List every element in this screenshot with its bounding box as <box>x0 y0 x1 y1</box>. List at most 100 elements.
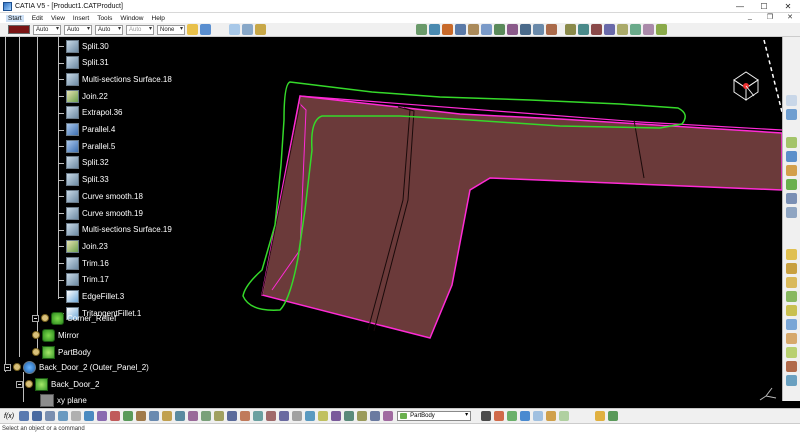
measure-item-icon[interactable] <box>242 24 253 35</box>
variable-fillet-icon[interactable] <box>305 411 316 421</box>
menu-insert[interactable]: Insert <box>73 15 89 22</box>
zoom-in-icon[interactable] <box>494 24 505 35</box>
pattern-icon[interactable] <box>123 411 134 421</box>
tree-node-corner-relief[interactable]: Corner_Relief <box>32 310 116 326</box>
shading-icon[interactable] <box>442 24 453 35</box>
split-tool-icon[interactable] <box>656 24 667 35</box>
fill-surface-icon[interactable] <box>786 333 797 344</box>
affinity-icon[interactable] <box>175 411 186 421</box>
tree-item[interactable]: Split.30 <box>58 38 109 54</box>
tools-palette-icon[interactable] <box>494 411 505 421</box>
close-button[interactable]: ✕ <box>776 0 800 13</box>
shape-fillet-icon[interactable] <box>266 411 277 421</box>
update-icon[interactable] <box>84 411 95 421</box>
cylinder-icon[interactable] <box>786 291 797 302</box>
revolve-surface-icon[interactable] <box>786 263 797 274</box>
zoom-out-icon[interactable] <box>507 24 518 35</box>
doc-close-button[interactable]: ✕ <box>780 13 800 21</box>
tree-node-back-door-part[interactable]: Back_Door_2 <box>16 376 99 392</box>
current-body-dropdown[interactable]: PartBody <box>397 411 472 421</box>
tree-node-xy-plane[interactable]: xy plane <box>40 392 87 408</box>
tritangent-fillet-tool-icon[interactable] <box>331 411 342 421</box>
boundary-icon[interactable] <box>201 411 212 421</box>
monitor-icon[interactable] <box>481 411 492 421</box>
line-icon[interactable] <box>786 165 797 176</box>
repetition-icon[interactable] <box>383 411 394 421</box>
face-face-fillet-icon[interactable] <box>318 411 329 421</box>
spline-icon[interactable] <box>786 193 797 204</box>
color-picker[interactable] <box>8 25 30 34</box>
doc-minimize-button[interactable]: _ <box>740 13 760 21</box>
untrim-icon[interactable] <box>240 411 251 421</box>
tree-item[interactable]: Parallel.5 <box>58 138 115 154</box>
menu-view[interactable]: View <box>51 15 65 22</box>
collapse-toggle-icon[interactable] <box>16 380 23 388</box>
tree-item[interactable]: Parallel.4 <box>58 122 115 138</box>
tree-node-back-door-product[interactable]: Back_Door_2 (Outer_Panel_2) <box>4 359 149 375</box>
minimize-button[interactable]: — <box>728 0 752 13</box>
normal-view-icon[interactable] <box>520 24 531 35</box>
helix-icon[interactable] <box>786 207 797 218</box>
law-icon[interactable] <box>370 411 381 421</box>
menu-help[interactable]: Help <box>152 15 165 22</box>
menu-window[interactable]: Window <box>120 15 143 22</box>
select-icon[interactable] <box>71 411 82 421</box>
view-cube-icon[interactable] <box>416 24 427 35</box>
disassemble-icon[interactable] <box>253 411 264 421</box>
scaling-icon[interactable] <box>162 411 173 421</box>
line-type-dropdown[interactable]: Auto <box>33 24 61 35</box>
layer-dropdown[interactable]: None <box>157 24 185 35</box>
knowledge-icon[interactable] <box>546 411 557 421</box>
parameters-icon[interactable] <box>533 411 544 421</box>
join-tool-icon[interactable] <box>786 375 797 386</box>
extract-icon[interactable] <box>214 411 225 421</box>
translate-icon[interactable] <box>136 411 147 421</box>
doc-restore-button[interactable]: ❐ <box>760 13 780 21</box>
sweep-icon[interactable] <box>604 24 615 35</box>
thickness-dropdown[interactable]: Auto <box>64 24 92 35</box>
formula-button[interactable]: f(x) <box>4 413 14 420</box>
tree-item[interactable]: Extrapol.36 <box>58 105 122 121</box>
tree-item[interactable]: Split.31 <box>58 55 109 71</box>
snap-icon[interactable] <box>255 24 266 35</box>
extrude-icon[interactable] <box>578 24 589 35</box>
tree-item[interactable]: Multi-sections Surface.18 <box>58 71 172 87</box>
develop-icon[interactable] <box>357 411 368 421</box>
command-prompt[interactable]: Select an object or a command <box>2 425 172 433</box>
tree-item[interactable]: Split.32 <box>58 155 109 171</box>
healing-icon[interactable] <box>227 411 238 421</box>
offset-surface-icon[interactable] <box>786 305 797 316</box>
fill-icon[interactable] <box>617 24 628 35</box>
axis-to-axis-icon[interactable] <box>188 411 199 421</box>
iso-view-icon[interactable] <box>429 24 440 35</box>
tree-item[interactable]: Join.23 <box>58 238 108 254</box>
collapse-toggle-icon[interactable] <box>4 363 11 371</box>
macro-icon[interactable] <box>19 411 30 421</box>
rendering-style-dropdown[interactable]: Auto <box>126 24 154 35</box>
edge-fillet-tool-icon[interactable] <box>279 411 290 421</box>
sphere-icon[interactable] <box>786 277 797 288</box>
geometrical-set-icon[interactable] <box>507 411 518 421</box>
multi-section-icon[interactable] <box>786 347 797 358</box>
tree-item[interactable]: Join.22 <box>58 88 108 104</box>
menu-tools[interactable]: Tools <box>97 15 112 22</box>
sketcher-icon[interactable] <box>565 24 576 35</box>
snap-to-point-icon[interactable] <box>786 109 797 120</box>
fit-all-icon[interactable] <box>455 24 466 35</box>
chordal-fillet-icon[interactable] <box>292 411 303 421</box>
point-symbol-dropdown[interactable]: Auto <box>95 24 123 35</box>
3dx-icon[interactable] <box>595 411 606 421</box>
draft-icon[interactable] <box>344 411 355 421</box>
pan-icon[interactable] <box>468 24 479 35</box>
point-icon[interactable] <box>786 151 797 162</box>
workbench-icon[interactable] <box>608 411 619 421</box>
extrude-surface-icon[interactable] <box>786 249 797 260</box>
rule-icon[interactable] <box>559 411 570 421</box>
collapse-toggle-icon[interactable] <box>32 314 39 322</box>
tree-item[interactable]: Split.33 <box>58 172 109 188</box>
tree-item[interactable]: EdgeFillet.3 <box>58 289 124 305</box>
ordered-set-icon[interactable] <box>520 411 531 421</box>
tree-item[interactable]: Multi-sections Surface.19 <box>58 222 172 238</box>
plane-icon[interactable] <box>786 137 797 148</box>
revolve-icon[interactable] <box>591 24 602 35</box>
